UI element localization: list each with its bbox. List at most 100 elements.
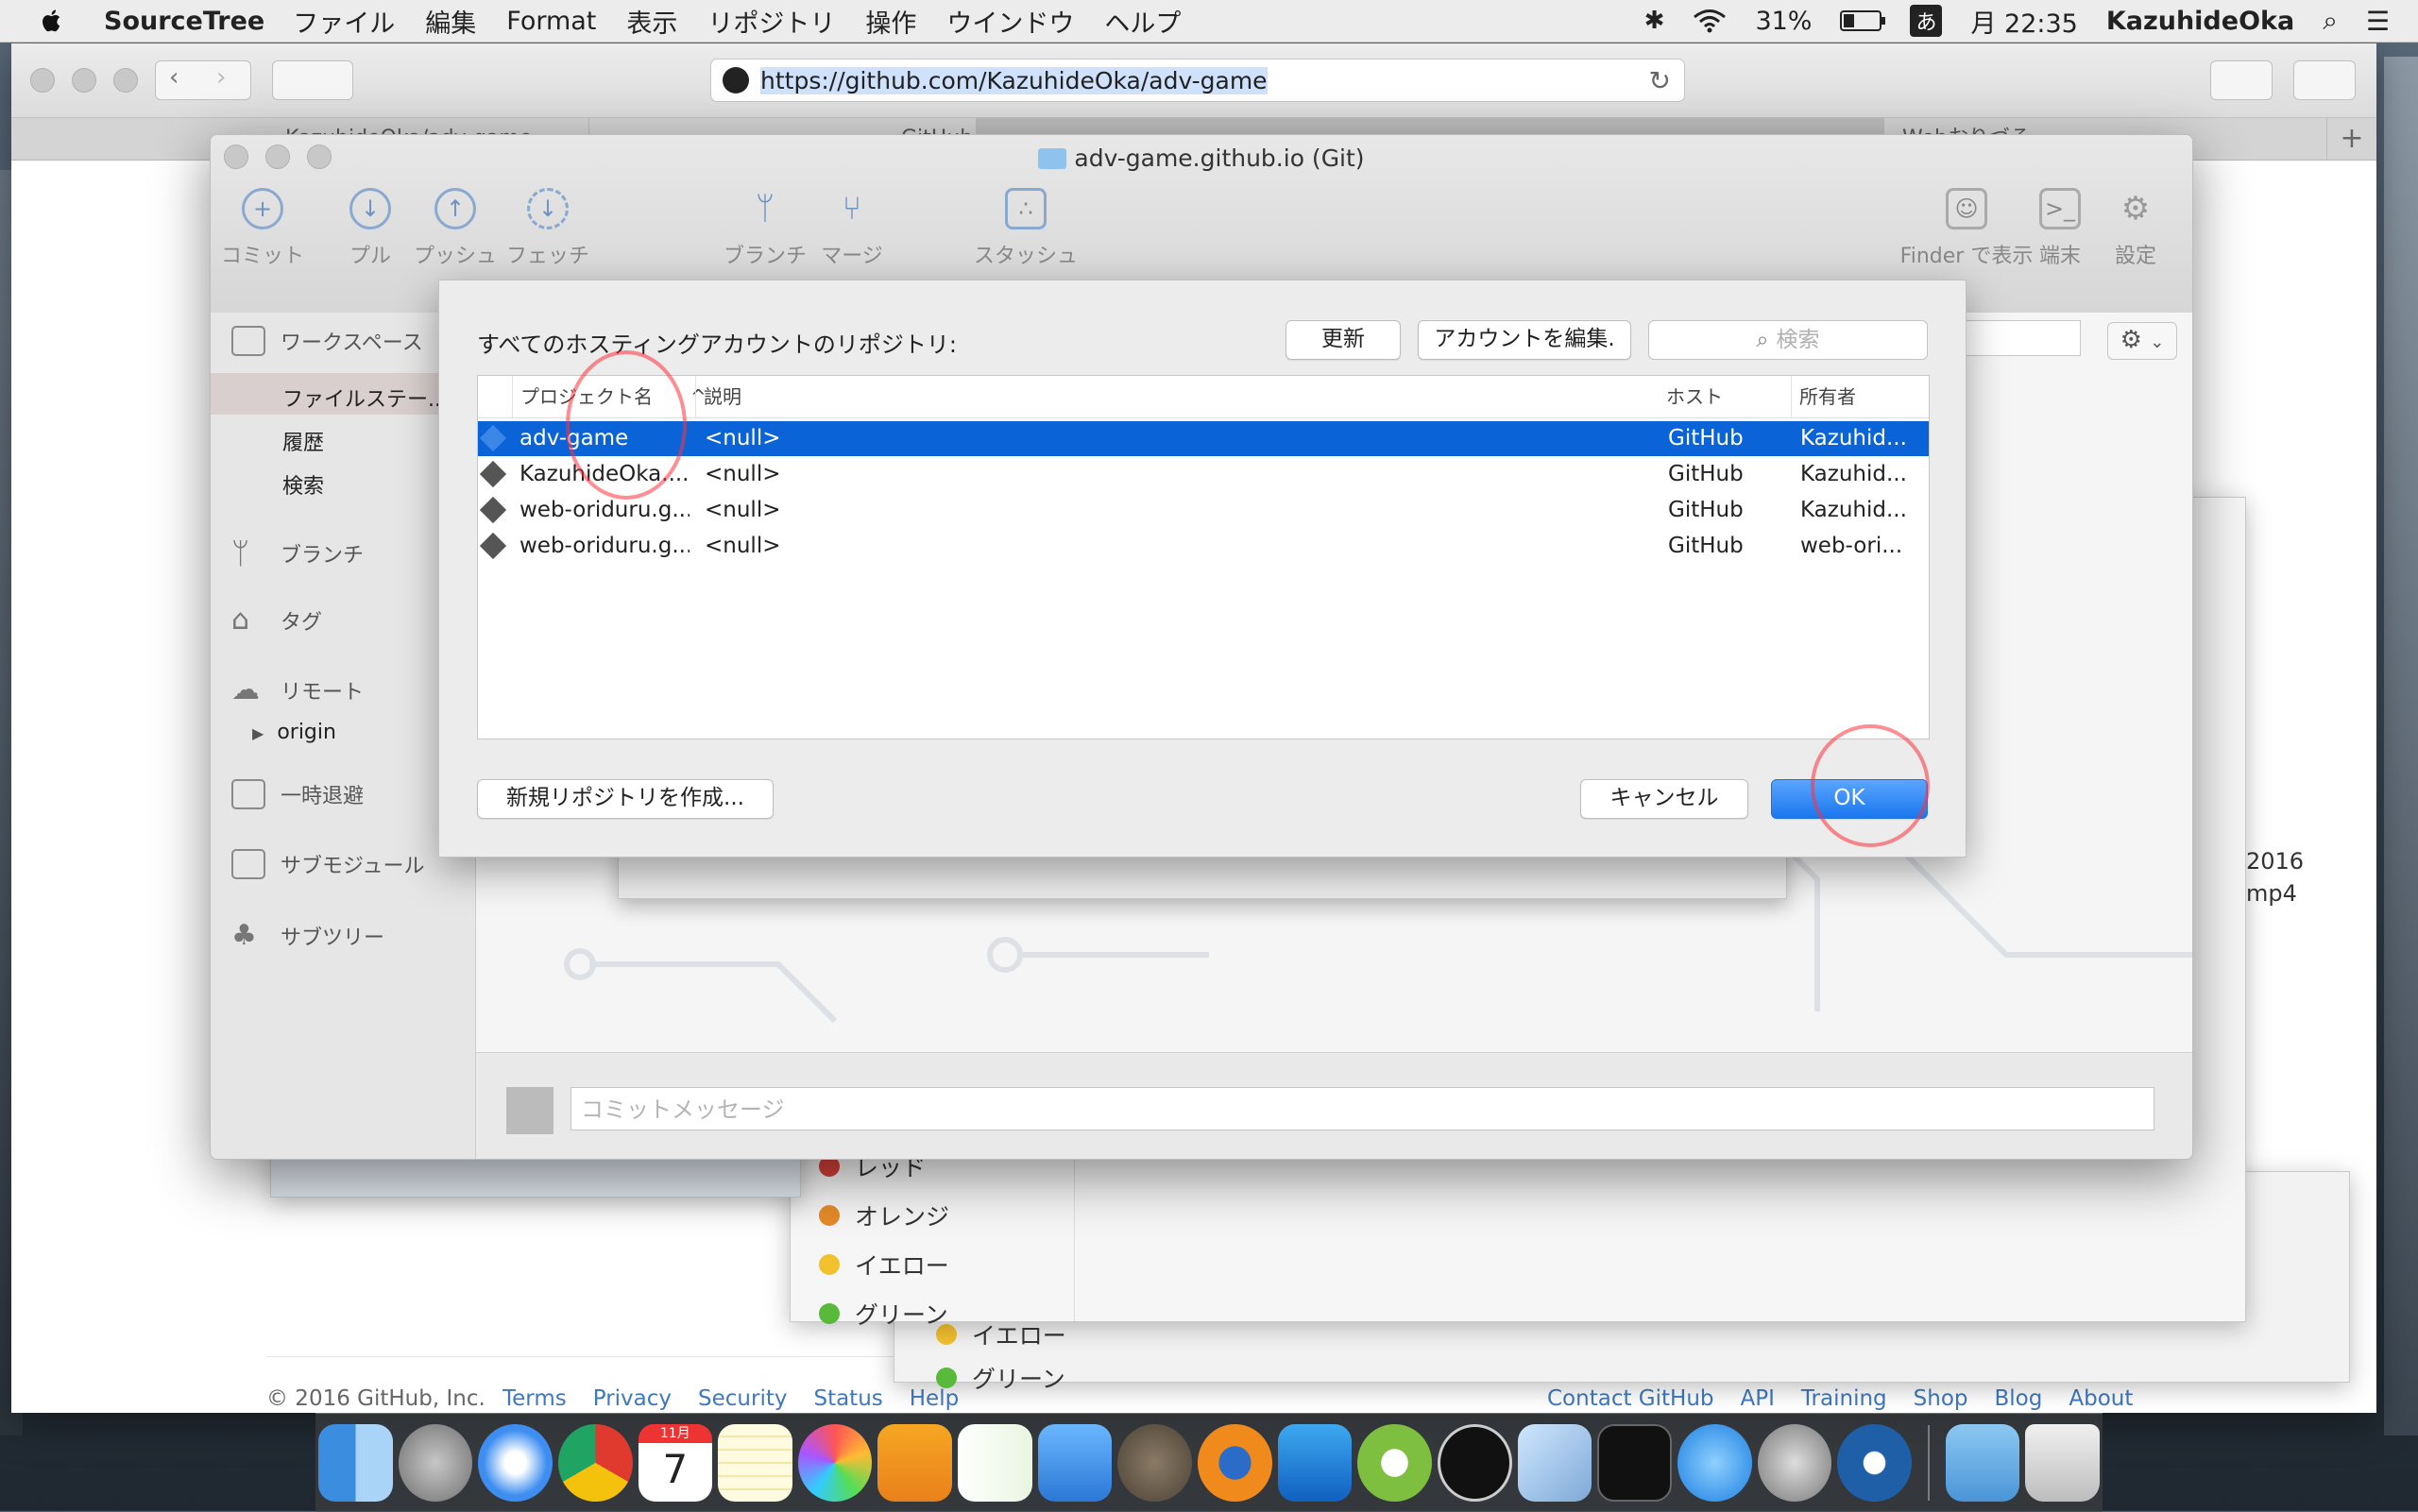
fetch-button[interactable]: ↓ フェッチ (496, 188, 600, 269)
back-forward-buttons[interactable]: ‹ › (155, 60, 251, 100)
dock-sourcetree-icon[interactable] (1837, 1424, 1912, 1502)
dock-pages-icon[interactable] (877, 1424, 952, 1502)
footer-link-api[interactable]: API (1741, 1386, 1775, 1411)
sidebar-item-submodules[interactable]: サブモジュール (231, 849, 424, 879)
address-bar[interactable]: https://github.com/KazuhideOka/adv-game … (710, 59, 1685, 102)
column-host[interactable]: ホスト (1659, 376, 1791, 417)
dock-safari-icon[interactable] (478, 1424, 553, 1502)
table-row[interactable]: KazuhideOka.... <null> GitHub Kazuhid... (478, 457, 1929, 492)
disclosure-triangle-icon[interactable]: ▶ (252, 724, 264, 742)
dock-chrome-icon[interactable] (557, 1424, 633, 1502)
search-input[interactable]: ⌕ 検索 (1648, 320, 1928, 360)
dock-trash-icon[interactable] (2025, 1424, 2101, 1502)
edit-accounts-button[interactable]: アカウントを編集. (1418, 320, 1631, 360)
tag-orange[interactable]: オレンジ (819, 1198, 949, 1232)
reload-icon[interactable]: ↻ (1649, 65, 1671, 96)
footer-link-blog[interactable]: Blog (1995, 1386, 2043, 1411)
footer-link-about[interactable]: About (2069, 1386, 2133, 1411)
footer-link-terms[interactable]: Terms (502, 1386, 567, 1411)
sidebar-item-origin[interactable]: ▶ origin (252, 721, 336, 744)
bluetooth-icon[interactable]: ✱ (1644, 7, 1665, 35)
list-item[interactable]: グリーン (936, 1361, 1065, 1395)
footer-link-status[interactable]: Status (813, 1386, 882, 1411)
dock-notes-icon[interactable] (718, 1424, 792, 1502)
footer-link-privacy[interactable]: Privacy (593, 1386, 672, 1411)
options-gear-button[interactable]: ⚙ ⌄ (2107, 322, 2177, 360)
url-text[interactable]: https://github.com/KazuhideOka/adv-game (760, 66, 1268, 94)
user-name[interactable]: KazuhideOka (2106, 7, 2294, 36)
tag-yellow[interactable]: イエロー (819, 1248, 949, 1282)
dock-calendar-icon[interactable]: 11月 7 (638, 1424, 713, 1502)
sidebar-toggle-button[interactable] (272, 60, 353, 100)
sidebar-item-history[interactable]: 履歴 (282, 426, 324, 456)
table-row[interactable]: web-oriduru.g... <null> GitHub Kazuhid..… (478, 493, 1929, 528)
dock-photos-icon[interactable] (797, 1424, 873, 1502)
clock[interactable]: 月 22:35 (1970, 3, 2077, 40)
sidebar-item-remotes[interactable]: ☁ リモート (231, 673, 364, 706)
footer-link-contact[interactable]: Contact GitHub (1547, 1386, 1714, 1411)
menu-window[interactable]: ウインドウ (946, 3, 1074, 40)
close-button[interactable] (30, 68, 55, 93)
create-new-repository-button[interactable]: 新規リポジトリを作成... (477, 779, 774, 819)
apple-menu-icon[interactable] (38, 7, 66, 35)
menu-format[interactable]: Format (506, 7, 596, 36)
footer-link-security[interactable]: Security (698, 1386, 787, 1411)
dock-finder-icon[interactable] (318, 1424, 393, 1502)
wifi-icon[interactable] (1693, 8, 1727, 33)
menu-file[interactable]: ファイル (293, 3, 395, 40)
dock-virtualbox-icon[interactable] (1517, 1424, 1592, 1502)
dock-system-preferences-icon[interactable] (1757, 1424, 1832, 1502)
table-row[interactable]: adv-game <null> GitHub Kazuhid... (478, 421, 1929, 456)
sidebar-item-subtrees[interactable]: ♣ サブツリー (231, 919, 384, 952)
menu-help[interactable]: ヘルプ (1104, 3, 1181, 40)
menu-view[interactable]: 表示 (626, 3, 677, 40)
push-button[interactable]: ↑ プッシュ (403, 188, 507, 269)
settings-button[interactable]: ⚙ 設定 (2098, 188, 2173, 269)
dock-brackets-icon[interactable] (1437, 1424, 1512, 1502)
sidebar-item-search[interactable]: 検索 (282, 469, 324, 500)
merge-button[interactable]: ⑂ マージ (800, 188, 904, 269)
commit-message-input[interactable]: コミットメッセージ (570, 1087, 2154, 1130)
tabs-overview-button[interactable] (2293, 60, 2356, 100)
dock-app-store-icon[interactable] (1677, 1424, 1752, 1502)
list-item[interactable]: イエロー (936, 1317, 1066, 1351)
zoom-button[interactable] (113, 68, 138, 93)
column-owner[interactable]: 所有者 (1791, 376, 1929, 417)
table-row[interactable]: web-oriduru.g... <null> GitHub web-ori..… (478, 529, 1929, 564)
sidebar-item-branches[interactable]: ᛘ ブランチ (231, 535, 364, 571)
chevron-right-icon[interactable]: › (216, 63, 226, 92)
refresh-button[interactable]: 更新 (1286, 320, 1401, 360)
menu-repository[interactable]: リポジトリ (707, 3, 835, 40)
dock-numbers-icon[interactable] (958, 1424, 1032, 1502)
dock-xcode-icon[interactable] (1277, 1424, 1353, 1502)
terminal-button[interactable]: >_ 端末 (2022, 188, 2098, 269)
dock-terminal-icon[interactable] (1597, 1424, 1673, 1502)
notification-center-icon[interactable]: ☰ (2366, 6, 2390, 37)
share-button[interactable] (2210, 60, 2273, 100)
filter-field[interactable] (1956, 320, 2081, 356)
menu-edit[interactable]: 編集 (425, 3, 476, 40)
menu-actions[interactable]: 操作 (865, 3, 916, 40)
minimize-button[interactable] (72, 68, 96, 93)
sidebar-item-file-status[interactable]: ファイルステー... (282, 382, 448, 413)
sidebar-item-stashes[interactable]: 一時退避 (231, 779, 364, 809)
battery-icon[interactable] (1840, 10, 1886, 31)
dock-launchpad-icon[interactable] (398, 1424, 473, 1502)
spotlight-icon[interactable]: ⌕ (2323, 5, 2338, 37)
commit-button[interactable]: + コミット (211, 188, 315, 269)
column-description[interactable]: 説明 (695, 376, 1672, 417)
dock-gimp-icon[interactable] (1117, 1424, 1192, 1502)
sidebar-item-tags[interactable]: ⌂ タグ (231, 603, 322, 637)
dock-downloads-icon[interactable] (1945, 1424, 2020, 1502)
dock-keynote-icon[interactable] (1037, 1424, 1113, 1502)
app-name-menu[interactable]: SourceTree (104, 7, 264, 36)
stash-button[interactable]: ∴ スタッシュ (974, 188, 1078, 269)
input-method-icon[interactable]: あ (1910, 5, 1943, 37)
cancel-button[interactable]: キャンセル (1580, 779, 1748, 819)
dock-android-studio-icon[interactable] (1357, 1424, 1432, 1502)
new-tab-button[interactable]: + (2327, 118, 2376, 160)
show-in-finder-button[interactable]: ☺ Finder で表示 (1896, 188, 2037, 269)
dock-blender-icon[interactable] (1197, 1424, 1272, 1502)
tag-green[interactable]: グリーン (819, 1297, 948, 1331)
chevron-left-icon[interactable]: ‹ (169, 63, 179, 92)
